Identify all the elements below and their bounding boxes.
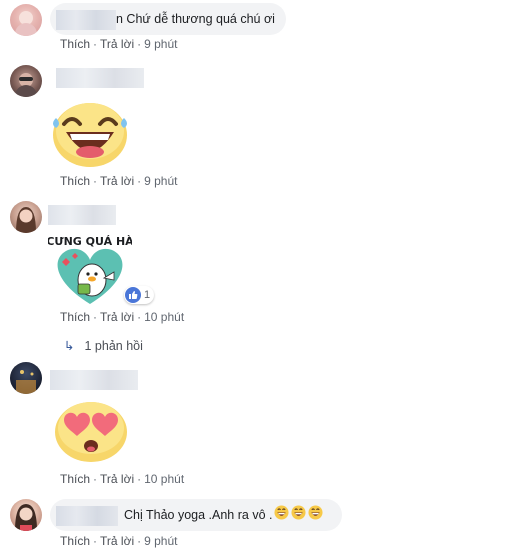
author-name[interactable] bbox=[48, 205, 116, 225]
author-name[interactable] bbox=[56, 68, 144, 88]
reaction-count: 1 bbox=[144, 289, 151, 301]
separator: · bbox=[93, 37, 98, 51]
reaction-badge[interactable]: 1 bbox=[124, 286, 155, 304]
heart-eyes-face-sticker bbox=[55, 402, 127, 462]
timestamp[interactable]: 9 phút bbox=[144, 534, 177, 548]
like-link[interactable]: Thích bbox=[60, 310, 90, 324]
timestamp[interactable]: 9 phút bbox=[144, 174, 177, 188]
timestamp[interactable]: 10 phút bbox=[144, 310, 184, 324]
reply-link[interactable]: Trả lời bbox=[100, 37, 134, 51]
avatar[interactable] bbox=[10, 201, 42, 233]
comment-actions: Thích · Trả lời · 10 phút bbox=[60, 472, 184, 486]
comment-actions: Thích · Trả lời · 9 phút bbox=[60, 534, 177, 548]
laughing-face-sticker bbox=[53, 103, 127, 167]
reply-link[interactable]: Trả lời bbox=[100, 472, 134, 486]
avatar[interactable] bbox=[10, 499, 42, 531]
comment-4: Thích · Trả lời · 10 phút bbox=[0, 360, 512, 495]
separator: · bbox=[137, 174, 142, 188]
like-link[interactable]: Thích bbox=[60, 472, 90, 486]
reply-link[interactable]: Trả lời bbox=[100, 310, 134, 324]
avatar[interactable] bbox=[10, 65, 42, 97]
like-link[interactable]: Thích bbox=[60, 174, 90, 188]
author-name[interactable] bbox=[56, 505, 118, 526]
reply-link[interactable]: Trả lời bbox=[100, 534, 134, 548]
comment-3: CƯNG QUÁ HÀ 1 Thích · Trả lời · 10 phút ↳ 1 p… bbox=[0, 196, 512, 361]
reply-arrow-icon: ↳ bbox=[64, 339, 75, 353]
author-name[interactable] bbox=[50, 370, 138, 390]
comment-actions: Thích · Trả lời · 9 phút bbox=[60, 37, 177, 51]
like-icon bbox=[125, 287, 141, 303]
comment-actions: Thích · Trả lời · 10 phút bbox=[60, 310, 184, 324]
timestamp[interactable]: 10 phút bbox=[144, 472, 184, 486]
comment-bubble: n Chứ dễ thương quá chú ơi bbox=[50, 3, 286, 35]
comment-actions: Thích · Trả lời · 9 phút bbox=[60, 174, 177, 188]
comment-2: Thích · Trả lời · 9 phút bbox=[0, 60, 512, 195]
like-link[interactable]: Thích bbox=[60, 37, 90, 51]
separator: · bbox=[137, 310, 142, 324]
grinning-emoji-icon bbox=[274, 500, 289, 532]
comment-5: Chị Thảo yoga .Anh ra vô . Thích · Trả lời… bbox=[0, 495, 512, 560]
comment-text: Chị Thảo yoga .Anh ra vô . bbox=[124, 508, 273, 522]
replies-count-label: 1 phản hồi bbox=[84, 339, 143, 353]
separator: · bbox=[137, 37, 142, 51]
comment-bubble: Chị Thảo yoga .Anh ra vô . bbox=[50, 499, 342, 531]
view-replies-link[interactable]: ↳ 1 phản hồi bbox=[64, 338, 143, 353]
separator: · bbox=[93, 534, 98, 548]
comment-text: n Chứ dễ thương quá chú ơi bbox=[116, 12, 275, 26]
grinning-emoji-icon bbox=[291, 500, 306, 532]
separator: · bbox=[93, 174, 98, 188]
separator: · bbox=[93, 472, 98, 486]
reply-link[interactable]: Trả lời bbox=[100, 174, 134, 188]
like-link[interactable]: Thích bbox=[60, 534, 90, 548]
separator: · bbox=[137, 534, 142, 548]
avatar[interactable] bbox=[10, 4, 42, 36]
separator: · bbox=[93, 310, 98, 324]
cung-qua-ha-duck-sticker: CƯNG QUÁ HÀ bbox=[48, 235, 132, 304]
author-name[interactable] bbox=[56, 9, 116, 30]
timestamp[interactable]: 9 phút bbox=[144, 37, 177, 51]
sticker-text: CƯNG QUÁ HÀ bbox=[48, 235, 132, 248]
separator: · bbox=[137, 472, 142, 486]
grinning-emoji-icon bbox=[308, 500, 323, 532]
comment-1: n Chứ dễ thương quá chú ơi Thích · Trả lời… bbox=[0, 0, 512, 60]
avatar[interactable] bbox=[10, 362, 42, 394]
